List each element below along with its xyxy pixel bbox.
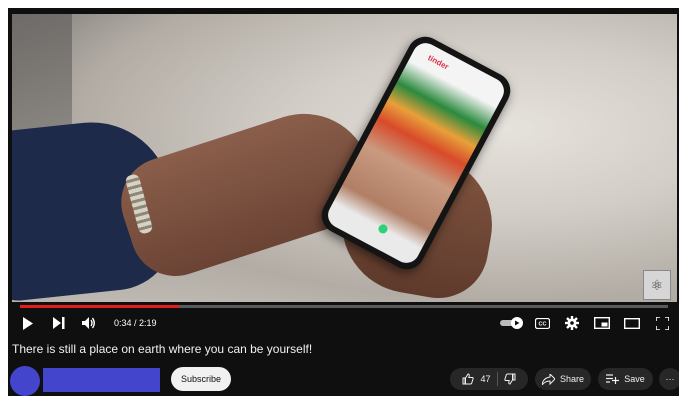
- dislike-button[interactable]: [503, 373, 516, 385]
- captions-icon: CC: [534, 317, 550, 329]
- fullscreen-button[interactable]: [647, 312, 677, 334]
- settings-icon: [565, 316, 579, 330]
- channel-watermark-icon[interactable]: ⚛: [643, 270, 671, 300]
- autoplay-toggle[interactable]: [497, 312, 527, 334]
- save-label: Save: [624, 374, 645, 384]
- share-icon: [541, 373, 555, 385]
- progress-fill: [20, 305, 179, 308]
- like-dislike-group: 47: [450, 368, 528, 390]
- captions-button[interactable]: CC: [527, 312, 557, 334]
- next-button[interactable]: [44, 312, 74, 334]
- volume-button[interactable]: [74, 312, 104, 334]
- more-actions-button[interactable]: ···: [659, 368, 679, 390]
- theater-button[interactable]: [617, 312, 647, 334]
- player-frame: tinder ⚛ 0:34 / 2:19 CC There is still a…: [8, 8, 679, 396]
- share-button[interactable]: Share: [535, 368, 591, 390]
- thumbs-up-icon: [462, 373, 475, 385]
- time-display: 0:34 / 2:19: [114, 318, 157, 328]
- more-icon: ···: [665, 374, 675, 384]
- miniplayer-button[interactable]: [587, 312, 617, 334]
- play-icon: [23, 316, 33, 330]
- player-controls: 0:34 / 2:19 CC: [12, 312, 677, 334]
- channel-name-redacted[interactable]: [43, 368, 160, 392]
- channel-avatar[interactable]: [10, 366, 40, 396]
- meta-row: Subscribe 47 Share Save ···: [8, 364, 679, 396]
- svg-text:CC: CC: [538, 321, 546, 327]
- thumbs-down-icon: [503, 373, 515, 385]
- save-playlist-icon: [606, 374, 620, 384]
- video-title: There is still a place on earth where yo…: [12, 342, 313, 356]
- next-icon: [53, 317, 65, 329]
- autoplay-toggle-icon: [500, 317, 523, 329]
- like-button[interactable]: 47: [462, 373, 491, 385]
- video-frame[interactable]: tinder ⚛: [12, 14, 677, 302]
- like-count: 47: [480, 374, 491, 384]
- play-button[interactable]: [12, 312, 44, 334]
- miniplayer-icon: [594, 317, 610, 329]
- theater-icon: [624, 317, 640, 329]
- volume-icon: [82, 317, 95, 329]
- app-tag: tinder: [426, 53, 451, 72]
- subscribe-button[interactable]: Subscribe: [171, 367, 231, 391]
- progress-bar[interactable]: [20, 305, 668, 308]
- settings-button[interactable]: [557, 312, 587, 334]
- save-button[interactable]: Save: [598, 368, 653, 390]
- fullscreen-icon: [655, 316, 669, 330]
- heart-icon: [376, 222, 390, 235]
- share-label: Share: [559, 374, 585, 384]
